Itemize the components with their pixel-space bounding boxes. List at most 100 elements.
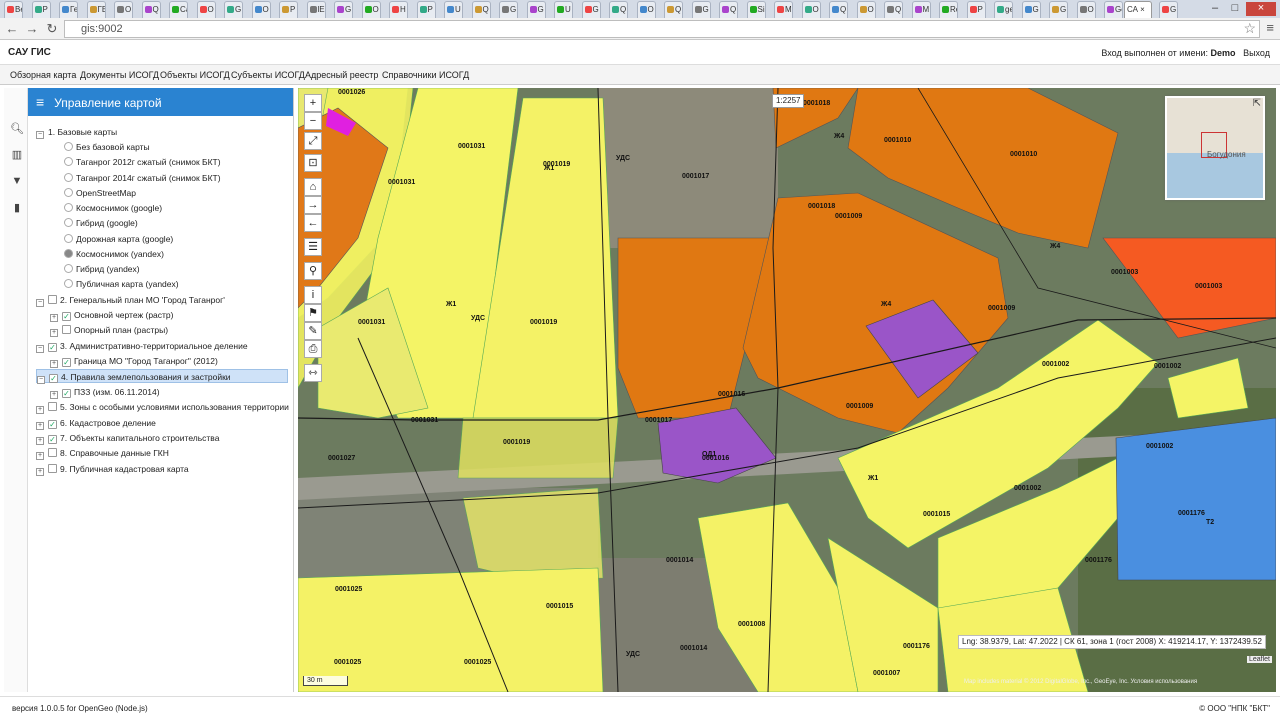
radio-icon[interactable]	[64, 234, 73, 243]
next-view-icon[interactable]: →	[304, 196, 322, 214]
browser-menu-icon[interactable]: ≡	[1266, 20, 1274, 35]
tree-layer[interactable]: + Опорный план (растры)	[50, 323, 168, 337]
nav-isogd-references[interactable]: Справочники ИСОГД	[382, 70, 469, 80]
expand-icon[interactable]: +	[36, 468, 44, 476]
tree-group-general-plan[interactable]: − 2. Генеральный план МО 'Город Таганрог'	[36, 293, 225, 307]
location-pin-icon[interactable]: ⚑	[304, 304, 322, 322]
browser-tab[interactable]: Q	[141, 1, 161, 18]
map-search-icon[interactable]: ⚲	[304, 262, 322, 280]
nav-isogd-subjects[interactable]: Субъекты ИСОГД	[231, 70, 305, 80]
expand-icon[interactable]: +	[50, 360, 58, 368]
basemap-option[interactable]: Таганрог 2014г сжатый (снимок БКТ)	[64, 171, 221, 185]
tree-layer[interactable]: + ✓ ПЗЗ (изм. 06.11.2014)	[50, 385, 160, 399]
browser-tab[interactable]: Q	[664, 1, 683, 18]
logout-link[interactable]: Выход	[1243, 48, 1270, 58]
browser-tab[interactable]: Н	[389, 1, 408, 18]
expand-icon[interactable]: +	[36, 406, 44, 414]
browser-tab[interactable]: Ge	[1104, 1, 1123, 18]
browser-tab[interactable]: Q	[829, 1, 848, 18]
edit-icon[interactable]: ✎	[304, 322, 322, 340]
radio-icon[interactable]	[64, 203, 73, 212]
expand-icon[interactable]: +	[36, 422, 44, 430]
radio-icon[interactable]	[64, 264, 73, 273]
zoom-out-button[interactable]: −	[304, 112, 322, 130]
bookmark-icon[interactable]: ▮	[10, 201, 24, 215]
checkbox-icon[interactable]	[62, 325, 71, 334]
checkbox-icon[interactable]	[48, 448, 57, 457]
browser-tab[interactable]: Si	[746, 1, 766, 18]
user-name[interactable]: Demo	[1211, 48, 1236, 58]
browser-tab[interactable]: Р	[966, 1, 986, 18]
tree-layer[interactable]: + ✓ Основной чертеж (растр)	[50, 308, 174, 322]
map-icon[interactable]: ▥	[10, 148, 24, 162]
browser-tab[interactable]: О	[856, 1, 876, 18]
checkbox-checked-icon[interactable]: ✓	[62, 312, 71, 321]
tree-layer[interactable]: + ✓ Граница МО "Город Таганрог" (2012)	[50, 354, 218, 368]
collapse-icon[interactable]: −	[36, 131, 44, 139]
browser-tab[interactable]: Ве	[4, 1, 23, 18]
forward-icon[interactable]: →	[24, 21, 40, 37]
browser-tab[interactable]: G	[581, 1, 601, 18]
prev-view-icon[interactable]: ←	[304, 214, 322, 232]
radio-icon[interactable]	[64, 173, 73, 182]
browser-tab[interactable]: О	[361, 1, 381, 18]
tree-group-admin-division[interactable]: − ✓ 3. Административно-территориальное дел…	[36, 339, 248, 353]
collapse-icon[interactable]: −	[36, 299, 44, 307]
checkbox-checked-icon[interactable]: ✓	[48, 435, 57, 444]
minimize-button[interactable]: –	[1206, 2, 1224, 16]
browser-tab[interactable]: G	[1159, 1, 1178, 18]
browser-tab[interactable]: G	[691, 1, 711, 18]
leaflet-link[interactable]: Leaflet	[1246, 656, 1272, 663]
checkbox-checked-icon[interactable]: ✓	[62, 358, 71, 367]
bookmark-star-icon[interactable]: ☆	[1243, 20, 1256, 37]
maximize-button[interactable]: □	[1226, 2, 1244, 16]
radio-selected-icon[interactable]	[64, 249, 73, 258]
info-icon[interactable]: i	[304, 286, 322, 304]
basemap-option-selected[interactable]: Космоснимок (yandex)	[64, 247, 164, 261]
radio-icon[interactable]	[64, 279, 73, 288]
print-icon[interactable]: ⎙	[304, 340, 322, 358]
browser-tab[interactable]: lЕ	[306, 1, 326, 18]
browser-tab[interactable]: О	[636, 1, 656, 18]
home-icon[interactable]: ⌂	[304, 178, 322, 196]
basemap-option[interactable]: OpenStreetMap	[64, 186, 136, 200]
search-icon[interactable]: 🔍︎	[10, 122, 24, 136]
expand-icon[interactable]: +	[50, 329, 58, 337]
browser-tab[interactable]: U	[554, 1, 573, 18]
tree-group-basemaps[interactable]: −1. Базовые карты	[36, 125, 117, 139]
browser-tab[interactable]: О	[801, 1, 821, 18]
browser-tab[interactable]: Q	[609, 1, 628, 18]
radio-icon[interactable]	[64, 157, 73, 166]
basemap-option[interactable]: Без базовой карты	[64, 140, 150, 154]
browser-tab[interactable]: М	[774, 1, 793, 18]
browser-tab[interactable]: ge	[994, 1, 1013, 18]
expand-icon[interactable]: +	[50, 314, 58, 322]
expand-icon[interactable]: +	[36, 437, 44, 445]
nav-overview-map[interactable]: Обзорная карта	[10, 70, 76, 80]
browser-tab[interactable]: Р	[31, 1, 51, 18]
browser-tab[interactable]: М	[911, 1, 931, 18]
browser-tab[interactable]: G	[1049, 1, 1068, 18]
browser-tab[interactable]: Re	[939, 1, 958, 18]
browser-tab[interactable]: G	[1021, 1, 1041, 18]
collapse-icon[interactable]: −	[36, 345, 44, 353]
radio-icon[interactable]	[64, 218, 73, 227]
tree-group-public-cadastral[interactable]: +9. Публичная кадастровая карта	[36, 462, 189, 476]
tree-group-gkn-reference[interactable]: +8. Справочные данные ГКН	[36, 446, 169, 460]
overview-minimap[interactable]: Богудония ⇱	[1165, 96, 1265, 200]
window-close-button[interactable]: ×	[1246, 2, 1276, 16]
checkbox-checked-icon[interactable]: ✓	[62, 389, 71, 398]
browser-tab[interactable]: G	[499, 1, 518, 18]
checkbox-icon[interactable]	[48, 402, 57, 411]
browser-tab[interactable]: G	[334, 1, 353, 18]
map-view[interactable]: 0001026 0001031 0001031 0001031 0001031 00010…	[298, 88, 1276, 692]
layers-list-icon[interactable]: ☰	[304, 238, 322, 256]
checkbox-checked-icon[interactable]: ✓	[48, 420, 57, 429]
fullscreen-icon[interactable]: ⤢	[304, 132, 322, 150]
measure-icon[interactable]: ⇿	[304, 364, 322, 382]
browser-tab[interactable]: Ге	[59, 1, 78, 18]
tree-group-zoning-rules[interactable]: − ✓ 4. Правила землепользования и застройк…	[36, 369, 288, 384]
basemap-option[interactable]: Публичная карта (yandex)	[64, 277, 179, 291]
checkbox-icon[interactable]	[48, 464, 57, 473]
checkbox-icon[interactable]	[48, 295, 57, 304]
